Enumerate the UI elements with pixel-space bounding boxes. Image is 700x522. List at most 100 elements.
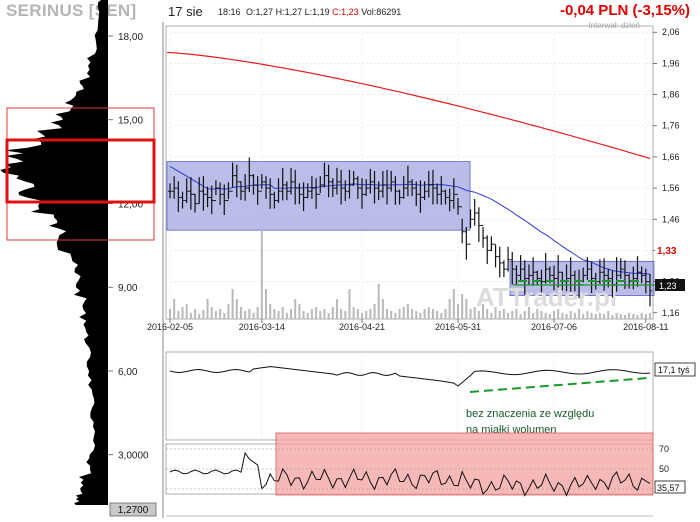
profile-tick-label: 3,0000: [118, 451, 149, 462]
volume-bar: [319, 311, 322, 319]
date-axis-label: 2016-04-21: [339, 322, 385, 332]
oscillator-value-label: 35,57: [657, 483, 680, 493]
volume-bar: [415, 311, 418, 319]
volume-bar: [519, 314, 522, 319]
volume-bar: [189, 313, 192, 319]
volume-bar: [469, 309, 472, 319]
oscillator-zone: [275, 432, 654, 496]
volume-bar: [561, 313, 564, 319]
oscillator-panel: 705030 35,57: [165, 432, 686, 517]
volume-bar: [553, 311, 555, 319]
volume-bar: [586, 311, 589, 319]
volume-bar: [231, 289, 234, 319]
volume-bar: [235, 299, 238, 319]
volume-bar: [390, 311, 393, 319]
volume-bar: [177, 311, 180, 319]
volume-bar: [607, 311, 610, 319]
volume-bar: [569, 311, 572, 319]
volume-bar: [302, 311, 305, 319]
volume-bar: [340, 309, 343, 319]
volume-bar: [640, 313, 643, 319]
volume-bar: [206, 299, 209, 319]
volume-bar: [619, 314, 622, 319]
date-axis-label: 2016-07-06: [531, 322, 577, 332]
volume-bar: [565, 314, 568, 319]
volume-bar: [248, 309, 251, 319]
volume-bar: [461, 294, 464, 319]
profile-tick-label: 18,00: [118, 32, 143, 43]
volume-bar: [377, 284, 380, 319]
volume-bar: [227, 304, 230, 319]
volume-bar: [348, 289, 351, 319]
volume-bar: [331, 307, 334, 319]
volume-bar: [315, 307, 318, 319]
volume-bar: [373, 304, 376, 319]
volume-bar: [281, 307, 284, 319]
last-close-label: 1,23: [659, 281, 677, 291]
volume-bar: [440, 313, 443, 319]
volume-bar: [169, 309, 171, 319]
volume-bar: [411, 309, 414, 319]
price-panel: ATTrader.pl 2,061,961,861,761,661,561,46…: [147, 25, 685, 332]
volume-bar: [173, 299, 176, 319]
volume-bar: [352, 307, 355, 319]
volume-bar: [523, 311, 526, 319]
volume-bar: [290, 309, 293, 319]
volume-bar: [310, 309, 313, 319]
volume-bar: [369, 309, 372, 319]
volume-bar: [210, 307, 213, 319]
profile-tick-label: 15,00: [118, 116, 143, 127]
volume-bar: [598, 313, 601, 319]
volume-bar: [594, 314, 597, 319]
volume-indicator-label: 17,1 tyś: [658, 365, 690, 375]
volume-bar: [511, 311, 514, 319]
price-axis-label: 2,06: [662, 27, 680, 37]
volume-bar: [398, 309, 401, 319]
volume-bar: [590, 313, 593, 319]
price-axis-label: 1,86: [662, 90, 680, 100]
volume-bar: [465, 299, 468, 319]
oscillator-axis-label: 70: [659, 444, 669, 454]
profile-tick-label: 6,00: [118, 367, 138, 378]
current-price-label: 1,2700: [118, 505, 149, 516]
volume-bar: [285, 313, 288, 319]
volume-bar: [507, 313, 510, 319]
volume-bar: [394, 313, 397, 319]
volume-bar: [223, 313, 226, 319]
volume-bar: [623, 315, 626, 319]
volume-bar: [323, 309, 326, 319]
volume-bar: [632, 314, 635, 319]
volume-bar: [298, 304, 301, 319]
volume-bar: [344, 311, 347, 319]
price-axis-label: 1,96: [662, 58, 680, 68]
date-axis-label: 2016-02-05: [147, 322, 193, 332]
volume-bar: [457, 304, 459, 319]
volume-bar: [649, 313, 651, 319]
volume-bar: [356, 309, 359, 319]
volume-bar: [256, 307, 259, 319]
volume-bar: [452, 289, 455, 319]
resistance-label: 1,33: [657, 246, 677, 257]
volume-bar: [185, 304, 188, 319]
price-axis-label: 1,16: [662, 308, 680, 318]
volume-bar: [498, 311, 501, 319]
volume-bar: [214, 311, 217, 319]
volume-bar: [402, 307, 405, 319]
volume-profile-panel: 18,0015,0012,009,006,003,0000 1,2700: [0, 0, 164, 518]
oscillator-axis-label: 50: [659, 464, 669, 474]
volume-bar: [181, 307, 184, 319]
volume-bar: [265, 289, 267, 319]
volume-bar: [306, 313, 309, 319]
volume-bar: [427, 307, 430, 319]
date-axis-label: 2016-05-31: [435, 322, 481, 332]
volume-bar: [611, 315, 614, 319]
volume-bar: [548, 314, 551, 319]
volume-bar: [244, 311, 247, 319]
volume-bar: [194, 309, 197, 319]
volume-bar: [544, 313, 547, 319]
volume-bar: [431, 309, 434, 319]
volume-bar: [477, 311, 480, 319]
volume-bar: [198, 314, 201, 319]
volume-bar: [406, 304, 409, 319]
price-axis-label: 1,56: [662, 183, 680, 193]
